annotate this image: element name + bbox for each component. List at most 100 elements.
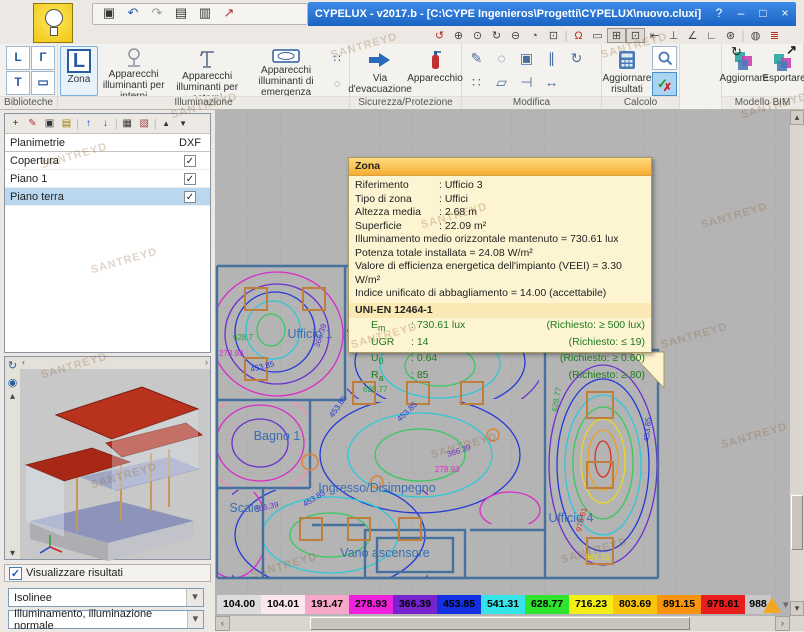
grid-button[interactable]: ⊞ <box>607 28 626 43</box>
move-down-button[interactable]: ↓ <box>97 116 114 132</box>
eraser-button[interactable]: ▱ <box>496 74 507 91</box>
horizontal-scrollbar[interactable]: ‹ › <box>215 616 790 631</box>
scroll-up-button[interactable]: ▴ <box>10 391 15 402</box>
zona-button[interactable]: L Zona <box>60 46 98 96</box>
library-emergency-luminaires-button[interactable]: ▭ <box>31 71 55 95</box>
via-evacuazione-button[interactable]: Via d'evacuazione <box>352 46 408 96</box>
zoom-info-button[interactable]: ⊙ <box>468 28 487 43</box>
apparecchi-esterni-button[interactable]: Apparecchi illuminanti per esterni <box>170 46 245 96</box>
collapse-down-button[interactable]: ▼ <box>175 116 192 132</box>
reference-points-button[interactable]: ∷ <box>327 52 347 65</box>
web-button[interactable]: ◍ <box>746 28 765 43</box>
group-modifica: ✎ ◌ ▣ ∥ ↻ ∷ ▱ ⊣ ↔ Modifica <box>462 44 602 109</box>
tooltip-line: Potenza totale installata = 24.08 W/m² <box>355 247 645 261</box>
join-button[interactable]: ⊣ <box>520 74 532 91</box>
library-exterior-luminaires-button[interactable]: T <box>6 71 30 95</box>
library-zones-button[interactable]: L <box>6 46 30 70</box>
collapse-up-button[interactable]: ▲ <box>158 116 175 132</box>
edit-plan-button[interactable]: ✎ <box>24 116 41 132</box>
scroll-left-button[interactable]: ‹ <box>22 357 25 369</box>
undo-view-button[interactable]: ↺ <box>430 28 449 43</box>
pan-button[interactable]: ⊕ <box>449 28 468 43</box>
copy-element-button[interactable]: ▣ <box>520 50 533 67</box>
print-button[interactable]: ▤ <box>171 5 191 23</box>
scroll-down-button[interactable]: ▾ <box>10 548 15 559</box>
manual-button[interactable]: ≣ <box>765 28 784 43</box>
norm-row-ugr: UGR : 14(Richiesto: ≤ 19) <box>355 336 645 353</box>
table-row-copertura[interactable]: Copertura ✓ <box>5 152 210 170</box>
vertical-scroll-thumb[interactable] <box>791 495 803 550</box>
scroll-down-button[interactable]: ▾ <box>790 601 804 616</box>
drawing-canvas[interactable]: 628.7 366.39 453.85 278.93 628.77 453.85… <box>215 110 804 631</box>
table-row-piano-1[interactable]: Piano 1 ✓ <box>5 170 210 188</box>
maximize-button[interactable]: □ <box>752 5 774 23</box>
orbit-button[interactable]: ◔ <box>525 28 544 43</box>
check-validate-button[interactable]: ✓✗ <box>652 72 677 96</box>
print-plan-button[interactable]: ▤ <box>58 116 75 132</box>
image-button[interactable]: ▦ <box>119 116 136 132</box>
apparecchi-emergenza-button[interactable]: Apparecchi illuminanti di emergenza <box>245 46 327 96</box>
split-button[interactable]: ∥ <box>548 50 555 67</box>
reference-circle-button[interactable]: ◌ <box>327 78 347 90</box>
aggiornare-risultati-button[interactable]: Aggiornare risultati <box>604 46 650 96</box>
redo-button[interactable]: ↷ <box>147 5 167 23</box>
close-button[interactable]: × <box>774 5 796 23</box>
zoom-out-button[interactable]: ⊖ <box>506 28 525 43</box>
dxf-checkbox[interactable]: ✓ <box>184 155 196 167</box>
save-button[interactable]: ▣ <box>99 5 119 23</box>
export-button[interactable]: ↗ <box>219 5 239 23</box>
move-up-button[interactable]: ↑ <box>80 116 97 132</box>
ortho-button[interactable]: ▭ <box>588 28 607 43</box>
scroll-right-button[interactable]: › <box>205 357 208 369</box>
vertical-scrollbar[interactable]: ▴ ▾ <box>790 110 804 616</box>
window-title: CYPELUX - v2017.b - [C:\CYPE Ingenieros\… <box>308 8 708 20</box>
edit-pencil-button[interactable]: ✎ <box>471 50 483 67</box>
edit-nodes-button[interactable]: ∷ <box>472 74 481 91</box>
scroll-up-button[interactable]: ▴ <box>790 110 804 125</box>
3d-viewer-left-bar: ↻ ◉ ▴ ▾ <box>5 357 20 559</box>
tools-button[interactable]: ⊛ <box>721 28 740 43</box>
scroll-right-button[interactable]: › <box>775 616 790 631</box>
dxf-checkbox[interactable]: ✓ <box>184 173 196 185</box>
3d-viewer[interactable]: ↻ ◉ ▴ ▾ ‹ › <box>4 356 211 560</box>
horizontal-scroll-thumb[interactable] <box>310 617 690 630</box>
measure-button[interactable]: ⇤ <box>645 28 664 43</box>
image-remove-button[interactable]: ▧ <box>136 116 153 132</box>
undo-button[interactable]: ↶ <box>123 5 143 23</box>
scale-cell: 716.23 <box>569 595 613 614</box>
bim-aggiornare-button[interactable]: ↻ Aggiornare <box>724 46 764 96</box>
snap-magnet-button[interactable]: Ω <box>569 28 588 43</box>
scroll-left-button[interactable]: ‹ <box>215 616 230 631</box>
dimension-button[interactable]: ⊥ <box>664 28 683 43</box>
move-button[interactable]: ↔ <box>545 74 559 90</box>
angle-button[interactable]: ∠ <box>683 28 702 43</box>
dxf-checkbox[interactable]: ✓ <box>184 191 196 203</box>
3d-model-view[interactable] <box>20 369 210 559</box>
result-mode-dropdown[interactable]: Isolinee ▾ <box>8 588 204 607</box>
apparecchio-button[interactable]: Apparecchio <box>408 46 462 96</box>
add-plan-button[interactable]: + <box>7 116 24 132</box>
help-button[interactable]: ? <box>708 5 730 23</box>
minimize-button[interactable]: – <box>730 5 752 23</box>
refresh-view-button[interactable]: ↻ <box>487 28 506 43</box>
grid-snap-button[interactable]: ⊡ <box>626 28 645 43</box>
zona-tooltip: Zona Riferimento: Ufficio 3 Tipo di zona… <box>348 157 652 353</box>
evacuation-arrow-icon <box>367 47 393 73</box>
lasso-select-button[interactable]: ◌ <box>497 50 505 66</box>
bim-esportare-button[interactable]: ↗ Esportare <box>764 46 804 96</box>
orbit-3d-button[interactable]: ↻ <box>8 359 17 372</box>
apparecchi-interni-button[interactable]: Apparecchi illuminanti per interni <box>98 46 170 96</box>
view-visibility-button[interactable]: ◉ <box>8 376 18 389</box>
table-row-piano-terra[interactable]: Piano terra ✓ <box>5 188 210 206</box>
axes-button[interactable]: ∟ <box>702 28 721 43</box>
print-preview-button[interactable]: ▥ <box>195 5 215 23</box>
zoom-window-button[interactable]: ⊡ <box>544 28 563 43</box>
cypelux-app-icon[interactable] <box>33 3 73 43</box>
visualizzare-risultati-checkbox[interactable]: ✓ <box>9 567 22 580</box>
copy-plan-button[interactable]: ▣ <box>41 116 58 132</box>
rotate-button[interactable]: ↻ <box>571 50 583 67</box>
library-interior-luminaires-button[interactable]: Γ <box>31 46 55 70</box>
result-magnitude-dropdown[interactable]: Illuminamento, illuminazione normale ▾ <box>8 610 204 629</box>
inspect-results-button[interactable] <box>652 46 677 70</box>
scale-collapse-button[interactable]: ▾ <box>783 598 789 611</box>
